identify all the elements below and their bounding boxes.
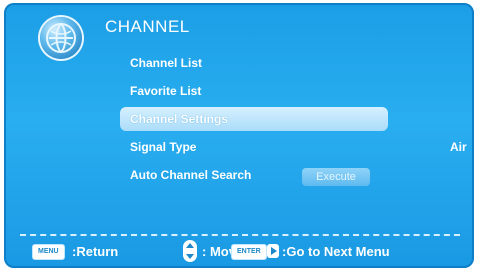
menu-item-label: Channel Settings xyxy=(130,112,229,126)
enter-key-icon: ENTER xyxy=(231,244,267,260)
menu-item-signal-type[interactable]: Signal Type Air xyxy=(120,135,467,159)
menu-item-channel-settings[interactable]: Channel Settings xyxy=(120,107,388,131)
menu-item-label: Auto Channel Search xyxy=(130,168,252,182)
menu-item-label: Favorite List xyxy=(130,84,202,98)
menu-item-label: Signal Type xyxy=(130,140,197,154)
page-title: CHANNEL xyxy=(105,17,190,36)
signal-type-value: Air xyxy=(450,140,467,154)
footer-divider xyxy=(20,234,460,236)
execute-button[interactable]: Execute xyxy=(302,168,370,186)
globe-icon xyxy=(40,17,82,59)
next-menu-hint: :Go to Next Menu xyxy=(282,244,390,259)
menu-item-channel-list[interactable]: Channel List xyxy=(120,51,388,75)
right-arrow-icon xyxy=(267,244,279,258)
menu-item-label: Channel List xyxy=(130,56,203,70)
return-hint: :Return xyxy=(72,244,119,259)
channel-menu-screen: CHANNEL Channel List Favorite List Chann… xyxy=(4,3,474,268)
up-down-arrow-icon xyxy=(182,239,198,263)
menu-key-icon: MENU xyxy=(32,244,65,260)
menu-item-favorite-list[interactable]: Favorite List xyxy=(120,79,388,103)
